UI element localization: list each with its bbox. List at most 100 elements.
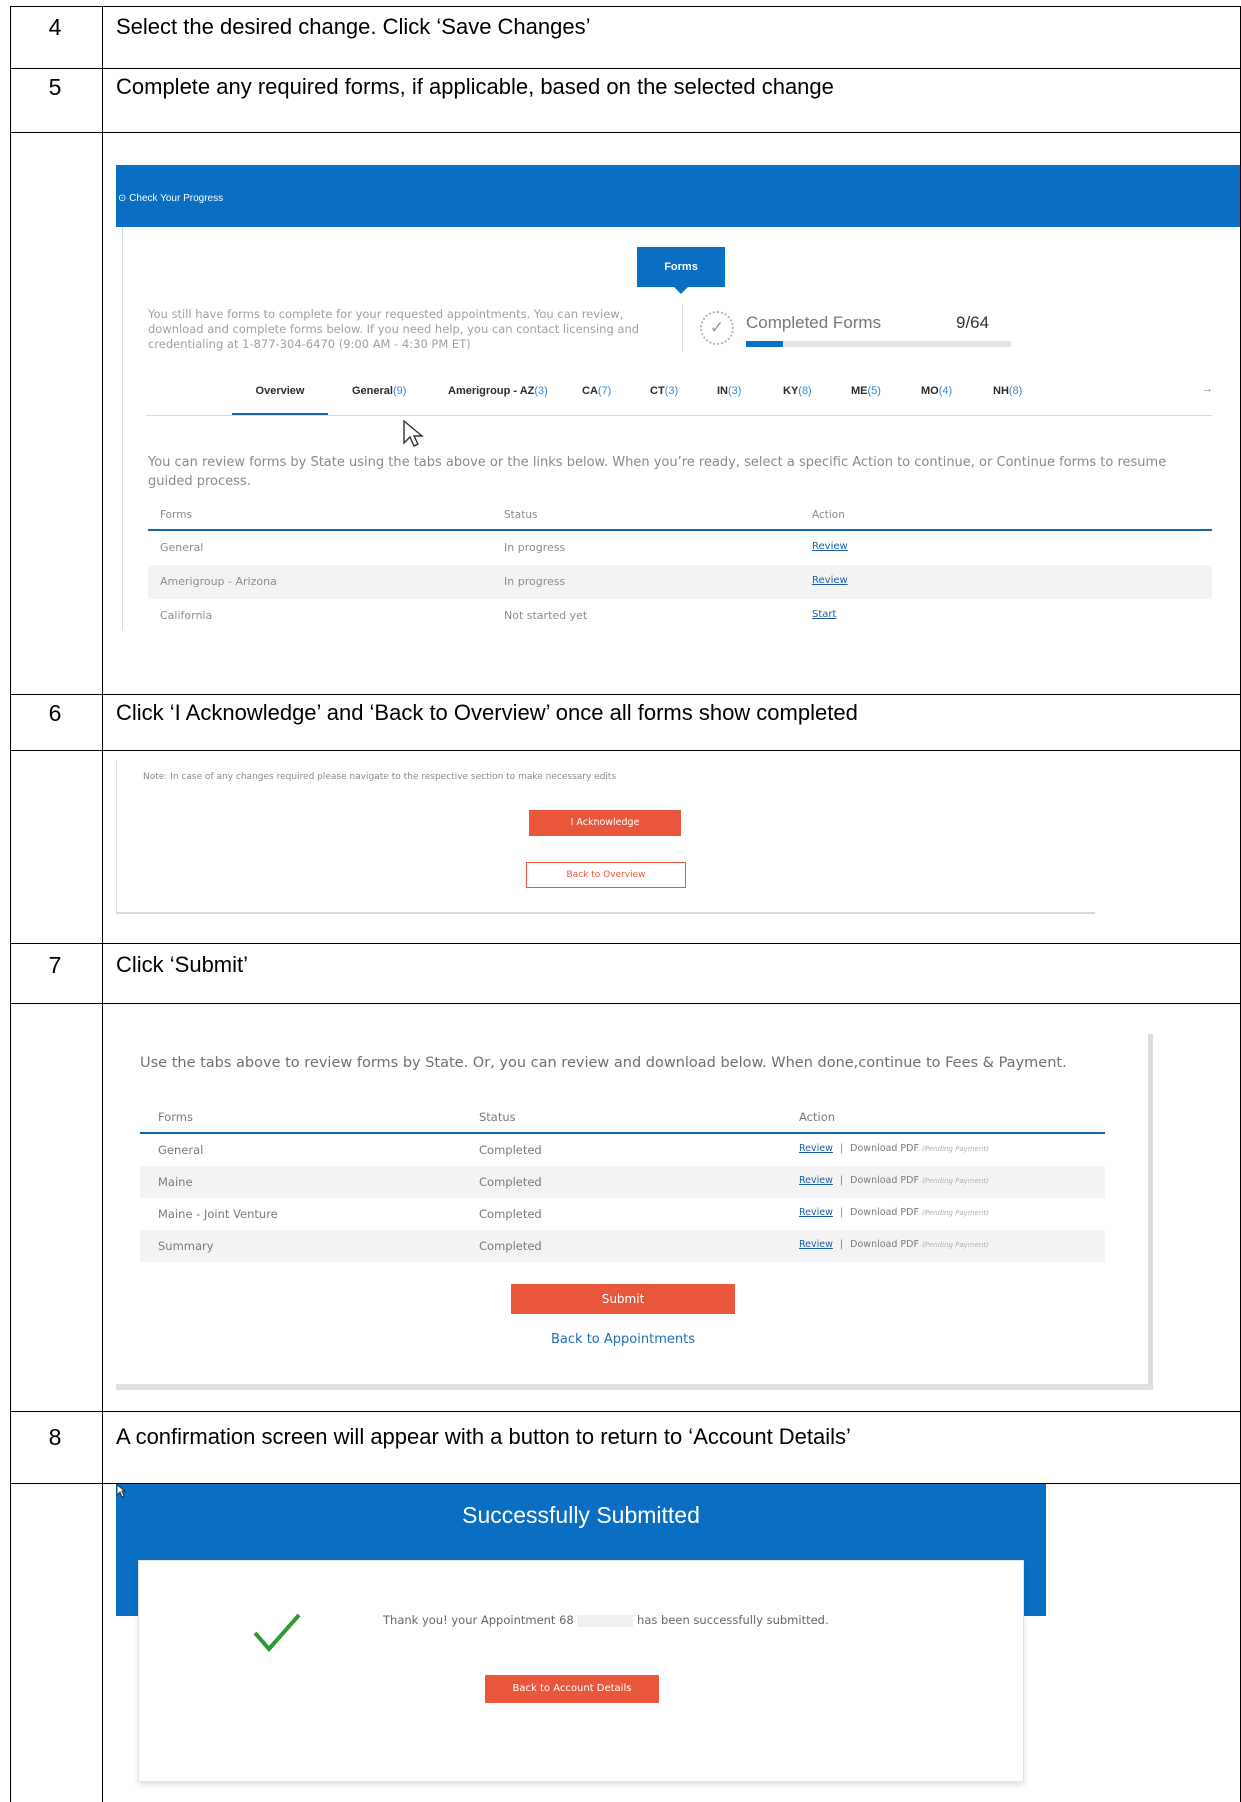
tab-overview[interactable]: Overview (232, 385, 328, 415)
review-link[interactable]: Review (799, 1207, 833, 1218)
vertical-divider (682, 305, 683, 351)
submit-table-header: Forms Status Action (140, 1106, 1105, 1134)
action-separator: | (839, 1207, 844, 1218)
progress-header-bar (116, 165, 1240, 227)
step-text: A confirmation screen will appear with a… (116, 1424, 851, 1449)
form-name: California (160, 609, 213, 622)
action-separator: | (839, 1239, 844, 1250)
review-link[interactable]: Review (799, 1143, 833, 1154)
redacted-appointment-id (577, 1614, 634, 1627)
column-action: Action (799, 1110, 836, 1124)
tab-count: (8) (1008, 385, 1023, 397)
table-row: Amerigroup - Arizona In progress Review (148, 565, 1212, 599)
completed-forms-label: Completed Forms (746, 313, 882, 332)
tab-count: (8) (798, 385, 812, 397)
acknowledge-screenshot: Note: In case of any changes required pl… (116, 760, 1095, 914)
tab-in[interactable]: IN(3) (717, 385, 741, 397)
step-text: Complete any required forms, if applicab… (116, 74, 834, 99)
tab-count: (3) (728, 385, 742, 397)
forms-badge-pointer (674, 287, 688, 294)
table-row: Maine - Joint Venture Completed Review |… (140, 1198, 1105, 1230)
tab-count: (5) (867, 385, 881, 397)
download-pdf-link[interactable]: Download PDF (850, 1239, 919, 1250)
submit-button[interactable]: Submit (511, 1284, 735, 1314)
table-row: General In progress Review (148, 531, 1212, 565)
tab-label: Amerigroup - AZ (448, 385, 535, 397)
confirmation-screenshot: Successfully Submitted Thank you! your A… (116, 1484, 1046, 1802)
check-circle-icon: ⊙ (118, 193, 127, 204)
back-to-account-details-button[interactable]: Back to Account Details (485, 1675, 659, 1703)
action-separator: | (839, 1143, 844, 1154)
download-pdf-link[interactable]: Download PDF (850, 1207, 919, 1218)
acknowledge-note: Note: In case of any changes required pl… (143, 772, 617, 782)
pending-payment-note: (Pending Payment) (921, 1177, 989, 1185)
pending-payment-note: (Pending Payment) (921, 1241, 989, 1249)
back-to-appointments-link[interactable]: Back to Appointments (511, 1332, 735, 1347)
step-text: Select the desired change. Click ‘Save C… (116, 14, 591, 39)
form-status: In progress (504, 575, 566, 588)
i-acknowledge-button[interactable]: I Acknowledge (529, 810, 681, 836)
step-number: 8 (48, 1424, 62, 1450)
form-status: Completed (479, 1239, 542, 1253)
back-to-overview-button[interactable]: Back to Overview (526, 862, 686, 888)
tab-amerigroup-az[interactable]: Amerigroup - AZ(3) (448, 385, 548, 397)
tab-mo[interactable]: MO(4) (921, 385, 952, 397)
download-pdf-link[interactable]: Download PDF (850, 1175, 919, 1186)
submit-screenshot: Use the tabs above to review forms by St… (116, 1034, 1153, 1390)
tab-count: (9) (392, 385, 407, 397)
tabs-next-arrow-icon[interactable]: → (1202, 383, 1213, 395)
column-forms: Forms (158, 1110, 193, 1124)
form-name: General (158, 1143, 204, 1157)
review-link[interactable]: Review (812, 541, 848, 552)
tab-label: General (352, 385, 393, 397)
row-divider (10, 132, 1241, 133)
review-link[interactable]: Review (799, 1175, 833, 1186)
form-name: Amerigroup - Arizona (160, 575, 277, 588)
form-name: Maine - Joint Venture (158, 1207, 278, 1221)
progress-header-label: Check Your Progress (129, 193, 224, 204)
table-border-top (10, 6, 1241, 7)
tab-ky[interactable]: KY(8) (783, 385, 812, 397)
table-row: Maine Completed Review | Download PDF (P… (140, 1166, 1105, 1198)
completed-progress-fill (746, 341, 784, 347)
completed-forms-count: 9/64 (956, 313, 990, 332)
tab-nh[interactable]: NH(8) (993, 385, 1022, 397)
tab-ct[interactable]: CT(3) (650, 385, 678, 397)
success-check-icon (253, 1613, 301, 1653)
confirmation-message: Thank you! your Appointment 68 has been … (383, 1613, 829, 1627)
tab-general[interactable]: General(9) (352, 385, 406, 397)
tab-me[interactable]: ME(5) (851, 385, 881, 397)
form-status: Completed (479, 1175, 542, 1189)
tab-label: CA (582, 385, 598, 397)
form-status: Completed (479, 1143, 542, 1157)
confirmation-card: Thank you! your Appointment 68 has been … (138, 1560, 1024, 1782)
tab-count: (7) (597, 385, 612, 397)
tab-count: (3) (534, 385, 548, 397)
column-status: Status (504, 509, 538, 521)
forms-badge: Forms (637, 247, 725, 287)
form-status: Not started yet (504, 609, 588, 622)
start-link[interactable]: Start (812, 609, 836, 620)
row-divider (10, 694, 1241, 695)
review-link[interactable]: Review (812, 575, 848, 586)
pending-payment-note: (Pending Payment) (921, 1209, 989, 1217)
row-divider (10, 68, 1241, 69)
table-row: California Not started yet Start (148, 599, 1212, 630)
progress-screenshot: ⊙ Check Your Progress Forms You still ha… (116, 165, 1240, 630)
row-divider (10, 750, 1241, 751)
tab-label: KY (783, 385, 799, 397)
tab-count: (4) (938, 385, 953, 397)
download-pdf-link[interactable]: Download PDF (850, 1143, 919, 1154)
review-instructions: You can review forms by State using the … (148, 455, 1167, 489)
review-link[interactable]: Review (799, 1239, 833, 1250)
column-status: Status (479, 1110, 516, 1124)
step-number: 4 (48, 14, 62, 40)
step-number: 5 (48, 74, 62, 100)
tab-ca[interactable]: CA(7) (582, 385, 611, 397)
mouse-cursor-icon (403, 419, 424, 447)
tab-label: IN (717, 385, 728, 397)
table-row: Summary Completed Review | Download PDF … (140, 1230, 1105, 1262)
form-status: Completed (479, 1207, 542, 1221)
row-actions: Review | Download PDF (Pending Payment) (799, 1207, 989, 1218)
action-separator: | (839, 1175, 844, 1186)
